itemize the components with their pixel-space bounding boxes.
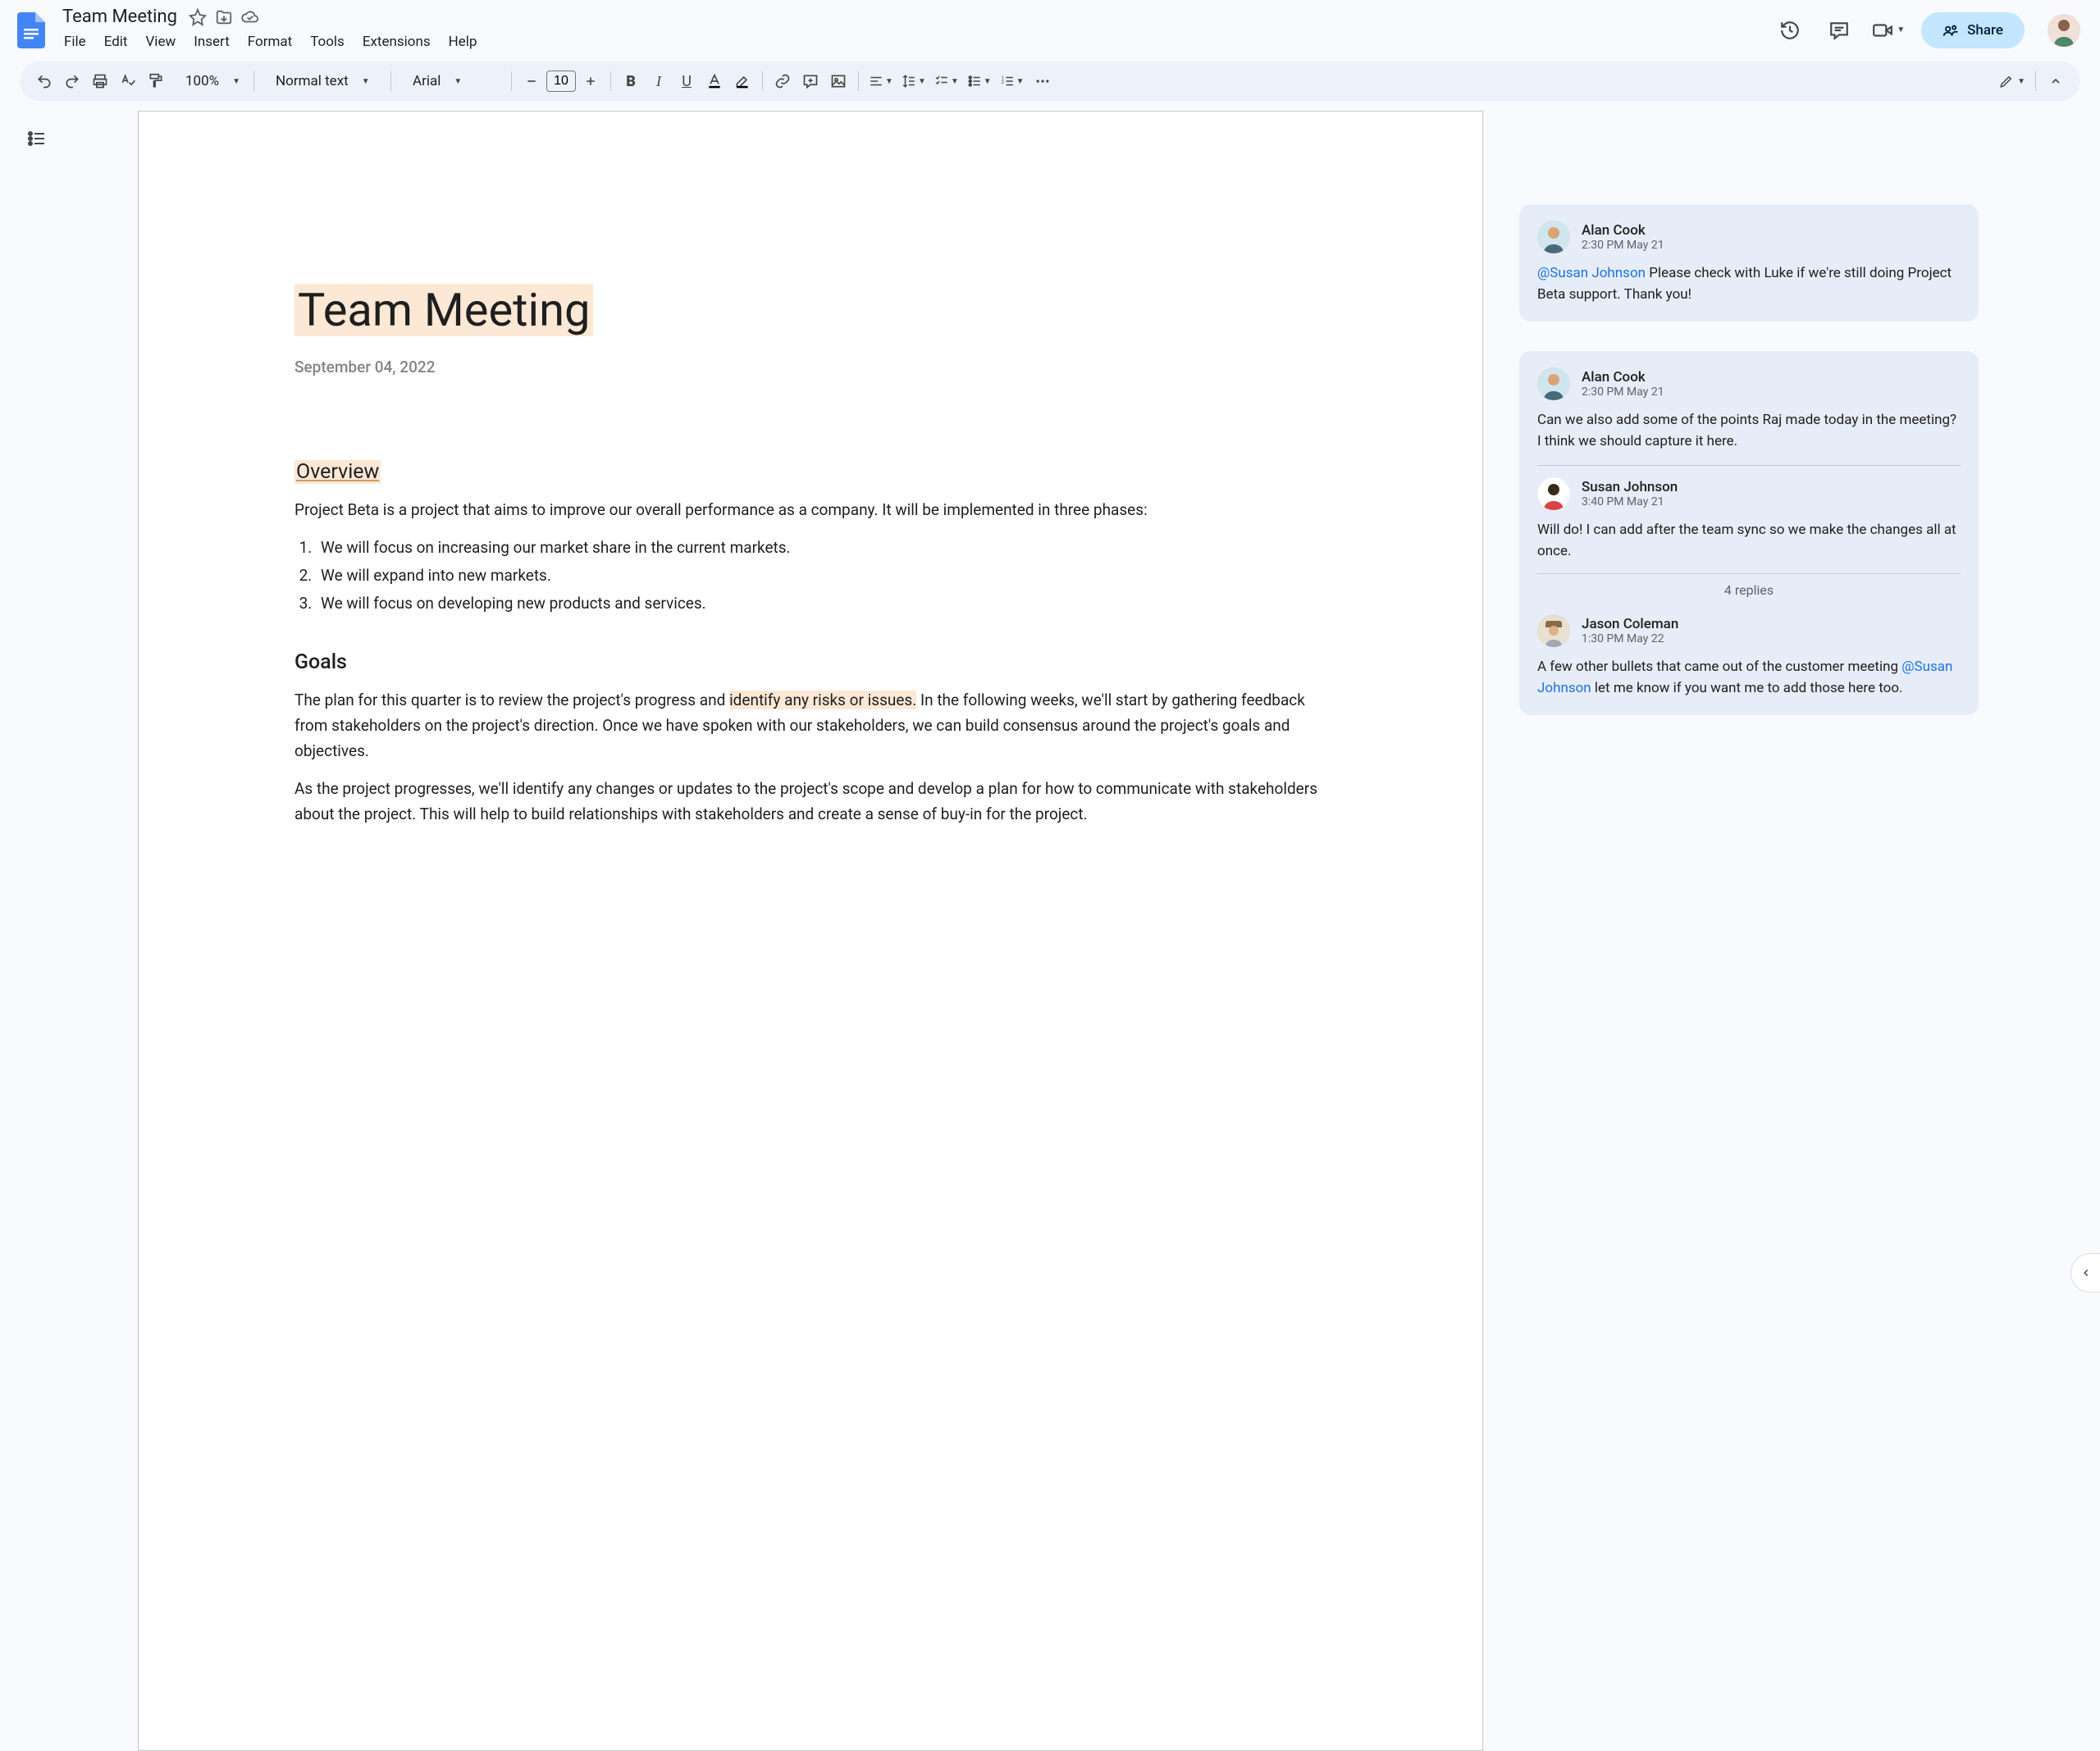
overview-heading: Overview (294, 460, 381, 484)
goals-paragraph-1: The plan for this quarter is to review t… (294, 687, 1326, 764)
menu-help[interactable]: Help (441, 30, 486, 53)
paint-format-button[interactable] (143, 68, 169, 94)
doc-title[interactable]: Team Meeting (59, 5, 180, 29)
redo-button[interactable] (59, 68, 85, 94)
goals-heading: Goals (294, 650, 1326, 674)
list-item: We will focus on developing new products… (316, 591, 1326, 617)
docs-logo[interactable] (11, 11, 51, 50)
comment-card[interactable]: Alan Cook 2:30 PM May 21 @Susan Johnson … (1519, 204, 1979, 321)
collapse-toolbar-button[interactable] (2043, 68, 2069, 94)
workspace: Team Meeting September 04, 2022 Overview… (0, 111, 2100, 1320)
overview-paragraph: Project Beta is a project that aims to i… (294, 497, 1326, 522)
mention[interactable]: @Susan Johnson (1537, 265, 1646, 281)
style-value: Normal text (267, 73, 357, 89)
paragraph-style-select[interactable]: Normal text ▼ (261, 73, 384, 89)
share-button[interactable]: Share (1921, 12, 2025, 48)
comment-body: A few other bullets that came out of the… (1537, 657, 1961, 699)
highlight-button[interactable] (729, 68, 756, 94)
insert-image-button[interactable] (825, 68, 851, 94)
comment-body: Will do! I can add after the team sync s… (1537, 520, 1961, 562)
more-button[interactable] (1029, 68, 1056, 94)
text-span: let me know if you want me to add those … (1591, 680, 1903, 696)
list-item: We will expand into new markets. (316, 563, 1326, 589)
editing-mode-button[interactable]: ▼ (1996, 68, 2029, 94)
comment-time: 2:30 PM May 21 (1582, 385, 1664, 399)
font-value: Arial (404, 73, 449, 89)
numbered-list-button[interactable]: 12▼ (997, 68, 1028, 94)
zoom-value: 100% (177, 73, 227, 89)
undo-button[interactable] (31, 68, 57, 94)
document-page[interactable]: Team Meeting September 04, 2022 Overview… (138, 111, 1483, 1751)
bulleted-list-button[interactable]: ▼ (964, 68, 995, 94)
share-label: Share (1967, 22, 2003, 39)
zoom-select[interactable]: 100% ▼ (171, 73, 247, 89)
menu-insert[interactable]: Insert (185, 30, 238, 53)
bold-button[interactable]: B (618, 68, 644, 94)
comment-body: Can we also add some of the points Raj m… (1537, 410, 1961, 452)
svg-text:2: 2 (1001, 80, 1004, 85)
menu-format[interactable]: Format (240, 30, 300, 53)
comment-body: @Susan Johnson Please check with Luke if… (1537, 263, 1961, 305)
outline-toggle-icon[interactable] (22, 124, 52, 153)
meet-icon[interactable]: ▼ (1872, 14, 1905, 47)
menu-edit[interactable]: Edit (96, 30, 136, 53)
highlighted-text: identify any risks or issues. (729, 691, 916, 709)
line-spacing-button[interactable]: ▼ (898, 68, 929, 94)
account-avatar[interactable] (2048, 14, 2080, 47)
text-span: A few other bullets that came out of the… (1537, 659, 1901, 675)
move-icon[interactable] (215, 8, 233, 26)
italic-button[interactable]: I (646, 68, 672, 94)
comment-time: 2:30 PM May 21 (1582, 239, 1664, 252)
decrease-font-button[interactable] (518, 68, 545, 94)
doc-heading-title: Team Meeting (294, 284, 593, 336)
toolbar: 100% ▼ Normal text ▼ Arial ▼ B I U ▼ ▼ ▼… (20, 62, 2080, 101)
underline-button[interactable]: U (673, 68, 700, 94)
chevron-down-icon: ▼ (362, 77, 370, 86)
comments-icon[interactable] (1823, 14, 1856, 47)
phases-list: We will focus on increasing our market s… (294, 535, 1326, 618)
chevron-down-icon: ▼ (232, 77, 240, 86)
increase-font-button[interactable] (578, 68, 604, 94)
avatar (1537, 367, 1570, 400)
list-item: We will focus on increasing our market s… (316, 535, 1326, 561)
comment-author: Alan Cook (1582, 222, 1664, 239)
doc-date: September 04, 2022 (294, 358, 1326, 376)
avatar (1537, 614, 1570, 647)
cloud-status-icon[interactable] (241, 8, 259, 26)
align-button[interactable]: ▼ (865, 68, 897, 94)
print-button[interactable] (87, 68, 113, 94)
history-icon[interactable] (1774, 14, 1806, 47)
comment-author: Alan Cook (1582, 369, 1664, 385)
comment-card[interactable]: Alan Cook 2:30 PM May 21 Can we also add… (1519, 351, 1979, 715)
avatar (1537, 477, 1570, 510)
comment-time: 1:30 PM May 22 (1582, 632, 1678, 645)
star-icon[interactable] (189, 8, 207, 26)
menu-file[interactable]: File (56, 30, 94, 53)
goals-paragraph-2: As the project progresses, we'll identif… (294, 776, 1326, 828)
add-comment-button[interactable] (797, 68, 824, 94)
text-span: The plan for this quarter is to review t… (294, 691, 729, 709)
comment-author: Susan Johnson (1582, 479, 1678, 495)
header: Team Meeting File Edit View Insert Forma… (0, 0, 2100, 52)
checklist-button[interactable]: ▼ (931, 68, 962, 94)
menu-bar: File Edit View Insert Format Tools Exten… (56, 27, 1774, 53)
text-color-button[interactable] (701, 68, 728, 94)
comment-author: Jason Coleman (1582, 616, 1678, 632)
font-select[interactable]: Arial ▼ (398, 73, 504, 89)
avatar (1537, 221, 1570, 253)
menu-tools[interactable]: Tools (302, 30, 353, 53)
spellcheck-button[interactable] (115, 68, 141, 94)
chevron-down-icon: ▼ (454, 77, 462, 86)
menu-extensions[interactable]: Extensions (354, 30, 439, 53)
font-size-input[interactable] (546, 71, 576, 92)
replies-count[interactable]: 4 replies (1537, 573, 1961, 606)
menu-view[interactable]: View (137, 30, 184, 53)
link-button[interactable] (769, 68, 796, 94)
comment-time: 3:40 PM May 21 (1582, 495, 1678, 508)
comments-panel: Alan Cook 2:30 PM May 21 @Susan Johnson … (1519, 204, 1979, 715)
